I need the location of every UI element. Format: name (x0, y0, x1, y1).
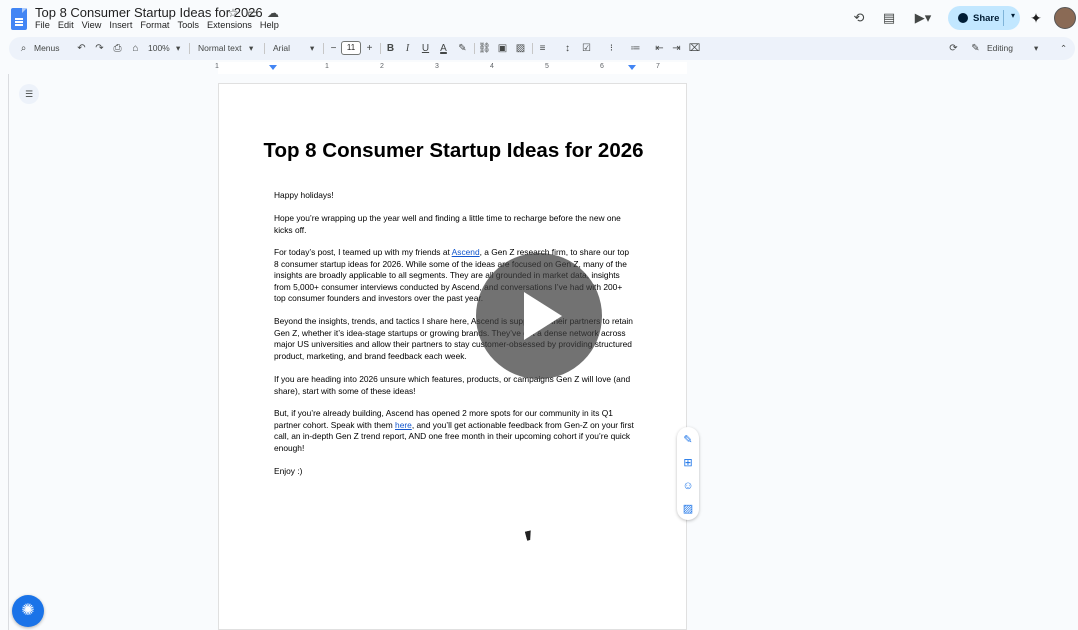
video-call-icon[interactable]: ▶▾ (910, 9, 936, 27)
text-run: For today’s post, I teamed up with my fr… (274, 247, 452, 257)
increase-font-icon[interactable]: + (363, 42, 376, 55)
menu-tools[interactable]: Tools (178, 20, 204, 30)
document-page[interactable]: Top 8 Consumer Startup Ideas for 2026 Ha… (218, 83, 687, 630)
paragraph: But, if you’re already building, Ascend … (274, 408, 634, 454)
menu-bar: File Edit View Insert Format Tools Exten… (35, 20, 287, 30)
paragraph: Happy holidays! (274, 190, 334, 200)
paint-format-icon[interactable]: ⌂ (129, 42, 142, 55)
formatting-toolbar: ⌕ Menus ↶ ↷ ⎙ ⌂ 100% ▾ Normal text ▾ Ari… (9, 37, 1075, 60)
ruler-label: 5 (545, 63, 549, 70)
highlight-icon[interactable]: ✎ (456, 42, 469, 55)
font-select[interactable]: Arial (273, 37, 290, 60)
font-size-input[interactable]: 11 (341, 41, 361, 55)
menu-help[interactable]: Help (260, 20, 284, 30)
menu-file[interactable]: File (35, 20, 55, 30)
chevron-down-icon[interactable]: ▾ (1034, 37, 1038, 60)
ruler-label: 1 (215, 63, 219, 70)
title-bar: Top 8 Consumer Startup Ideas for 2026 ☆ … (0, 0, 1078, 37)
style-select[interactable]: Normal text (198, 37, 241, 60)
ruler-label: 3 (435, 63, 439, 70)
gemini-icon[interactable]: ✦ (1028, 10, 1044, 26)
bold-icon[interactable]: B (384, 42, 397, 55)
spellcheck-icon[interactable]: ⟳ (947, 42, 960, 55)
image-icon[interactable]: ▨ (514, 42, 527, 55)
chevron-down-icon[interactable]: ▾ (1011, 11, 1015, 20)
emoji-icon[interactable]: ☺ (681, 479, 695, 493)
folder-icon[interactable]: ▭ (246, 6, 260, 20)
right-indent-marker[interactable] (628, 65, 636, 70)
suggest-edits-icon[interactable]: ▨ (681, 502, 695, 516)
ruler-label: 6 (600, 63, 604, 70)
ruler-label: 1 (325, 63, 329, 70)
bulleted-list-icon[interactable]: ⁝ (605, 42, 618, 55)
increase-indent-icon[interactable]: ⇥ (670, 42, 683, 55)
decrease-indent-icon[interactable]: ⇤ (653, 42, 666, 55)
paragraph: Hope you’re wrapping up the year well an… (274, 213, 621, 235)
decrease-font-icon[interactable]: − (327, 42, 340, 55)
share-button[interactable]: Share ▾ (948, 6, 1020, 30)
line-spacing-icon[interactable]: ↕ (561, 42, 574, 55)
underline-icon[interactable]: U (419, 42, 432, 55)
text-color-icon[interactable]: A (437, 42, 450, 55)
comment-icon[interactable]: ▤ (880, 9, 898, 27)
mode-select[interactable]: Editing (987, 37, 1013, 60)
play-icon[interactable] (476, 253, 602, 379)
paragraph: Enjoy :) (274, 466, 303, 476)
left-indent-marker[interactable] (269, 65, 277, 70)
chevron-down-icon[interactable]: ▾ (176, 37, 180, 60)
ruler-label: 4 (490, 63, 494, 70)
undo-icon[interactable]: ↶ (75, 42, 88, 55)
document-heading: Top 8 Consumer Startup Ideas for 2026 (263, 139, 644, 162)
ruler-label: 7 (656, 63, 660, 70)
checklist-icon[interactable]: ☑ (580, 42, 593, 55)
pencil-icon[interactable]: ✎ (969, 42, 982, 55)
floating-side-toolbar: ✎ ⊞ ☺ ▨ (677, 427, 699, 520)
here-link[interactable]: here (395, 420, 412, 430)
collapse-toolbar-icon[interactable]: ⌃ (1060, 37, 1067, 60)
menu-format[interactable]: Format (140, 20, 174, 30)
help-icon[interactable]: ✺ (12, 595, 44, 627)
share-label: Share (973, 12, 1000, 24)
avatar[interactable] (1054, 7, 1076, 29)
menu-view[interactable]: View (82, 20, 107, 30)
clear-formatting-icon[interactable]: ⌧ (688, 42, 701, 55)
menu-insert[interactable]: Insert (109, 20, 137, 30)
print-icon[interactable]: ⎙ (111, 42, 124, 55)
add-comment-icon[interactable]: ▣ (496, 42, 509, 55)
history-icon[interactable]: ⟲ (850, 9, 868, 27)
link-icon[interactable]: ⛓ (478, 42, 491, 55)
horizontal-ruler[interactable]: 1 1 2 3 4 5 6 7 (0, 62, 1078, 74)
chevron-down-icon[interactable]: ▾ (249, 37, 253, 60)
add-comment-icon[interactable]: ⊞ (681, 456, 695, 470)
paragraph: If you are heading into 2026 unsure whic… (274, 374, 631, 396)
menu-edit[interactable]: Edit (58, 20, 79, 30)
ascend-link[interactable]: Ascend (452, 247, 480, 257)
search-icon[interactable]: ⌕ (17, 42, 30, 55)
chevron-down-icon[interactable]: ▾ (310, 37, 314, 60)
redo-icon[interactable]: ↷ (93, 42, 106, 55)
menu-extensions[interactable]: Extensions (207, 20, 257, 30)
menus-search[interactable]: Menus (34, 37, 60, 60)
align-icon[interactable]: ≡ (536, 42, 549, 55)
numbered-list-icon[interactable]: ≔ (629, 42, 642, 55)
globe-icon (958, 13, 968, 23)
docs-logo-icon[interactable] (11, 8, 27, 30)
italic-icon[interactable]: I (401, 42, 414, 55)
ruler-label: 2 (380, 63, 384, 70)
vertical-ruler (0, 74, 9, 630)
cloud-icon[interactable]: ☁ (266, 6, 280, 20)
star-icon[interactable]: ☆ (226, 6, 240, 20)
edit-suggest-icon[interactable]: ✎ (681, 433, 695, 447)
document-outline-icon[interactable]: ☰ (19, 84, 39, 104)
zoom-select[interactable]: 100% (148, 37, 170, 60)
